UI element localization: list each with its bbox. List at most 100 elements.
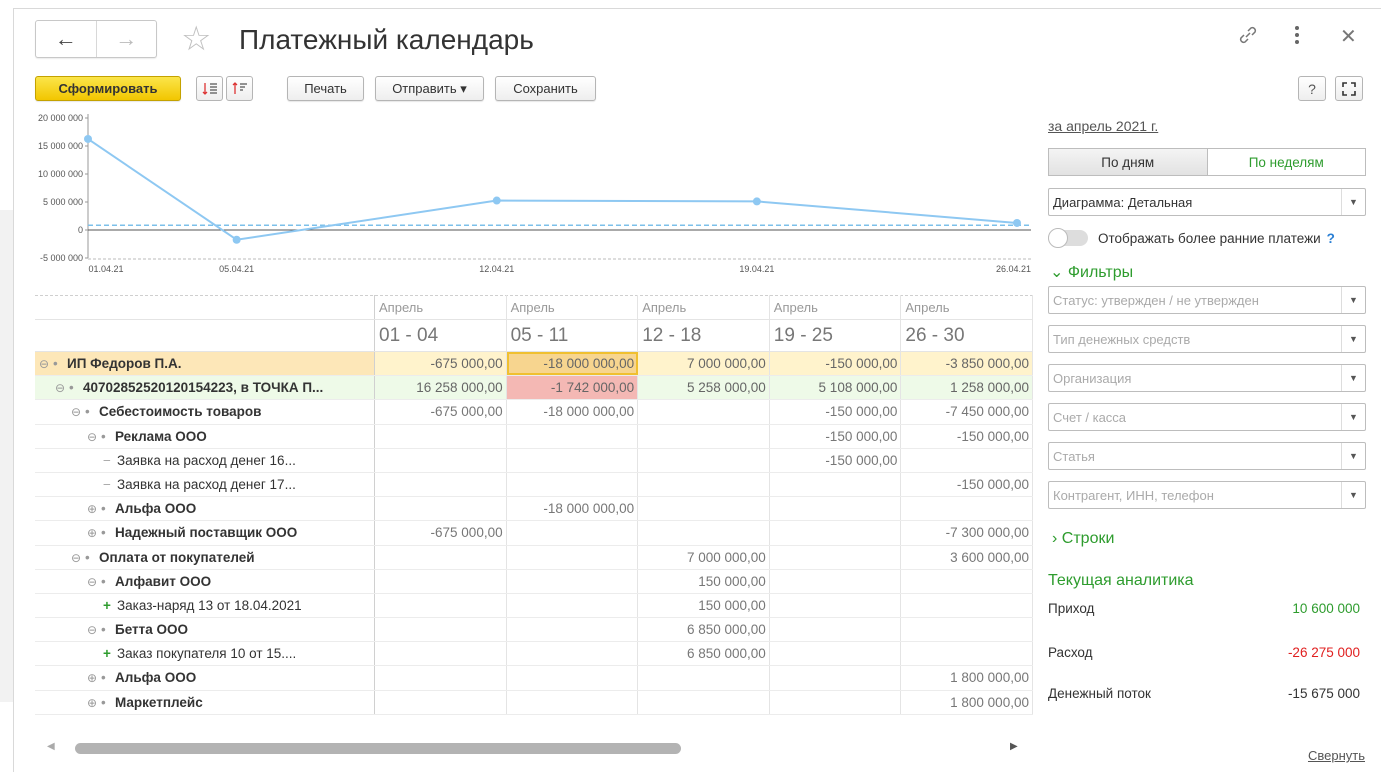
- expand-icon[interactable]: ⊕: [87, 521, 101, 544]
- row-label-cell[interactable]: ⊕ • Надежный поставщик ООО: [35, 521, 375, 545]
- value-cell[interactable]: [507, 521, 639, 545]
- value-cell[interactable]: 150 000,00: [638, 569, 770, 593]
- value-cell[interactable]: [375, 690, 507, 714]
- value-cell[interactable]: 3 600 000,00: [901, 545, 1033, 569]
- chevron-down-icon[interactable]: ▼: [1341, 326, 1365, 352]
- chevron-down-icon[interactable]: ▼: [1341, 365, 1365, 391]
- value-cell[interactable]: [638, 666, 770, 690]
- value-cell[interactable]: -150 000,00: [901, 472, 1033, 497]
- filter-field[interactable]: Организация ▼: [1048, 364, 1366, 392]
- more-menu-icon[interactable]: [1293, 24, 1301, 52]
- value-cell[interactable]: 6 850 000,00: [638, 642, 770, 666]
- row-label-cell[interactable]: ⊖ • Оплата от покупателей: [35, 545, 375, 569]
- row-label-cell[interactable]: ⊖ • Алфавит ООО: [35, 569, 375, 593]
- print-button[interactable]: Печать: [287, 76, 364, 101]
- table-row[interactable]: ⊖ • Реклама ООО -150 000,00 -150 000,00: [35, 424, 1033, 449]
- period-link[interactable]: за апрель 2021 г.: [1048, 118, 1158, 134]
- value-cell[interactable]: -3 850 000,00: [901, 352, 1033, 376]
- period-header-cell[interactable]: 12 - 18: [638, 320, 770, 351]
- generate-button[interactable]: Сформировать: [35, 76, 181, 101]
- table-row[interactable]: + Заказ-наряд 13 от 18.04.2021 150 000,00: [35, 593, 1033, 619]
- row-label-cell[interactable]: ⊕ • Маркетплейс: [35, 690, 375, 714]
- value-cell[interactable]: -150 000,00: [770, 448, 902, 472]
- value-cell[interactable]: -18 000 000,00: [507, 400, 639, 424]
- table-row[interactable]: ⊖ • Себестоимость товаров -675 000,00 -18 00…: [35, 400, 1033, 425]
- value-cell[interactable]: [507, 618, 639, 642]
- link-icon[interactable]: [1237, 24, 1259, 52]
- value-cell[interactable]: [375, 569, 507, 593]
- chevron-down-icon[interactable]: ▼: [1341, 189, 1365, 215]
- value-cell[interactable]: [507, 593, 639, 618]
- value-cell[interactable]: [507, 545, 639, 569]
- value-cell[interactable]: [638, 690, 770, 714]
- row-label-cell[interactable]: + Заказ-наряд 13 от 18.04.2021: [35, 593, 375, 618]
- close-icon[interactable]: ✕: [1340, 24, 1357, 49]
- collapse-link[interactable]: Свернуть: [1308, 748, 1365, 763]
- chevron-down-icon[interactable]: ▼: [1341, 287, 1365, 313]
- value-cell[interactable]: -18 000 000,00: [507, 497, 639, 521]
- table-row[interactable]: ⊖ • 40702852520120154223, в ТОЧКА П... 16 2…: [35, 376, 1033, 401]
- fullscreen-icon[interactable]: [1335, 76, 1363, 101]
- table-row[interactable]: ⊕ • Альфа ООО 1 800 000,00: [35, 666, 1033, 691]
- table-row[interactable]: + Заказ покупателя 10 от 15.... 6 850 000,…: [35, 642, 1033, 667]
- value-cell[interactable]: [638, 424, 770, 448]
- value-cell[interactable]: [375, 618, 507, 642]
- value-cell[interactable]: [638, 472, 770, 497]
- value-cell[interactable]: 1 258 000,00: [901, 376, 1033, 400]
- value-cell[interactable]: [770, 472, 902, 497]
- collapse-icon[interactable]: ⊖: [71, 400, 85, 423]
- table-row[interactable]: − Заявка на расход денег 17... -150 000,00: [35, 472, 1033, 498]
- value-cell[interactable]: [507, 666, 639, 690]
- scroll-right-icon[interactable]: ▶: [1010, 741, 1018, 752]
- value-cell[interactable]: [770, 497, 902, 521]
- value-cell[interactable]: 1 800 000,00: [901, 666, 1033, 690]
- value-cell[interactable]: [507, 472, 639, 497]
- scrollbar-thumb[interactable]: [75, 743, 681, 754]
- table-row[interactable]: ⊖ • Алфавит ООО 150 000,00: [35, 569, 1033, 594]
- value-cell[interactable]: [638, 497, 770, 521]
- row-label-cell[interactable]: + Заказ покупателя 10 от 15....: [35, 642, 375, 666]
- send-button[interactable]: Отправить ▾: [375, 76, 484, 101]
- filter-field[interactable]: Счет / касса ▼: [1048, 403, 1366, 431]
- value-cell[interactable]: [375, 666, 507, 690]
- table-row[interactable]: ⊖ • Бетта ООО 6 850 000,00: [35, 618, 1033, 643]
- value-cell[interactable]: 7 000 000,00: [638, 545, 770, 569]
- value-cell[interactable]: [901, 448, 1033, 472]
- value-cell[interactable]: [901, 569, 1033, 593]
- chevron-down-icon[interactable]: ▼: [1341, 482, 1365, 508]
- value-cell[interactable]: [375, 545, 507, 569]
- save-button[interactable]: Сохранить: [495, 76, 596, 101]
- chevron-down-icon[interactable]: ▼: [1341, 443, 1365, 469]
- row-label-cell[interactable]: − Заявка на расход денег 16...: [35, 448, 375, 472]
- period-header-cell[interactable]: 26 - 30: [901, 320, 1033, 351]
- help-icon[interactable]: ?: [1327, 231, 1335, 246]
- value-cell[interactable]: [375, 642, 507, 666]
- value-cell[interactable]: -150 000,00: [770, 424, 902, 448]
- filters-section-header[interactable]: ⌄ Фильтры: [1050, 262, 1133, 282]
- collapse-icon[interactable]: ⊖: [87, 425, 101, 448]
- value-cell[interactable]: [375, 593, 507, 618]
- back-button[interactable]: ←: [36, 21, 96, 57]
- table-row[interactable]: ⊕ • Маркетплейс 1 800 000,00: [35, 690, 1033, 715]
- grouping-switch[interactable]: По дням По неделям: [1048, 148, 1366, 176]
- value-cell[interactable]: [375, 497, 507, 521]
- value-cell[interactable]: [901, 618, 1033, 642]
- period-header-cell[interactable]: 01 - 04: [375, 320, 507, 351]
- forward-button[interactable]: →: [95, 21, 157, 57]
- value-cell[interactable]: [770, 545, 902, 569]
- collapse-icon[interactable]: ⊖: [39, 352, 53, 375]
- value-cell[interactable]: [638, 448, 770, 472]
- value-cell[interactable]: [901, 497, 1033, 521]
- row-label-cell[interactable]: ⊕ • Альфа ООО: [35, 666, 375, 690]
- filter-field[interactable]: Статья ▼: [1048, 442, 1366, 470]
- value-cell[interactable]: [375, 472, 507, 497]
- value-cell[interactable]: 6 850 000,00: [638, 618, 770, 642]
- table-row[interactable]: ⊖ • Оплата от покупателей 7 000 000,00 3 600…: [35, 545, 1033, 570]
- chevron-down-icon[interactable]: ▼: [1341, 404, 1365, 430]
- expand-icon[interactable]: ⊕: [87, 691, 101, 714]
- value-cell[interactable]: [770, 666, 902, 690]
- row-label-cell[interactable]: ⊖ • Реклама ООО: [35, 424, 375, 448]
- period-header-cell[interactable]: 19 - 25: [770, 320, 902, 351]
- table-row[interactable]: − Заявка на расход денег 16... -150 000,00: [35, 448, 1033, 473]
- favorite-star-icon[interactable]: ☆: [181, 20, 211, 58]
